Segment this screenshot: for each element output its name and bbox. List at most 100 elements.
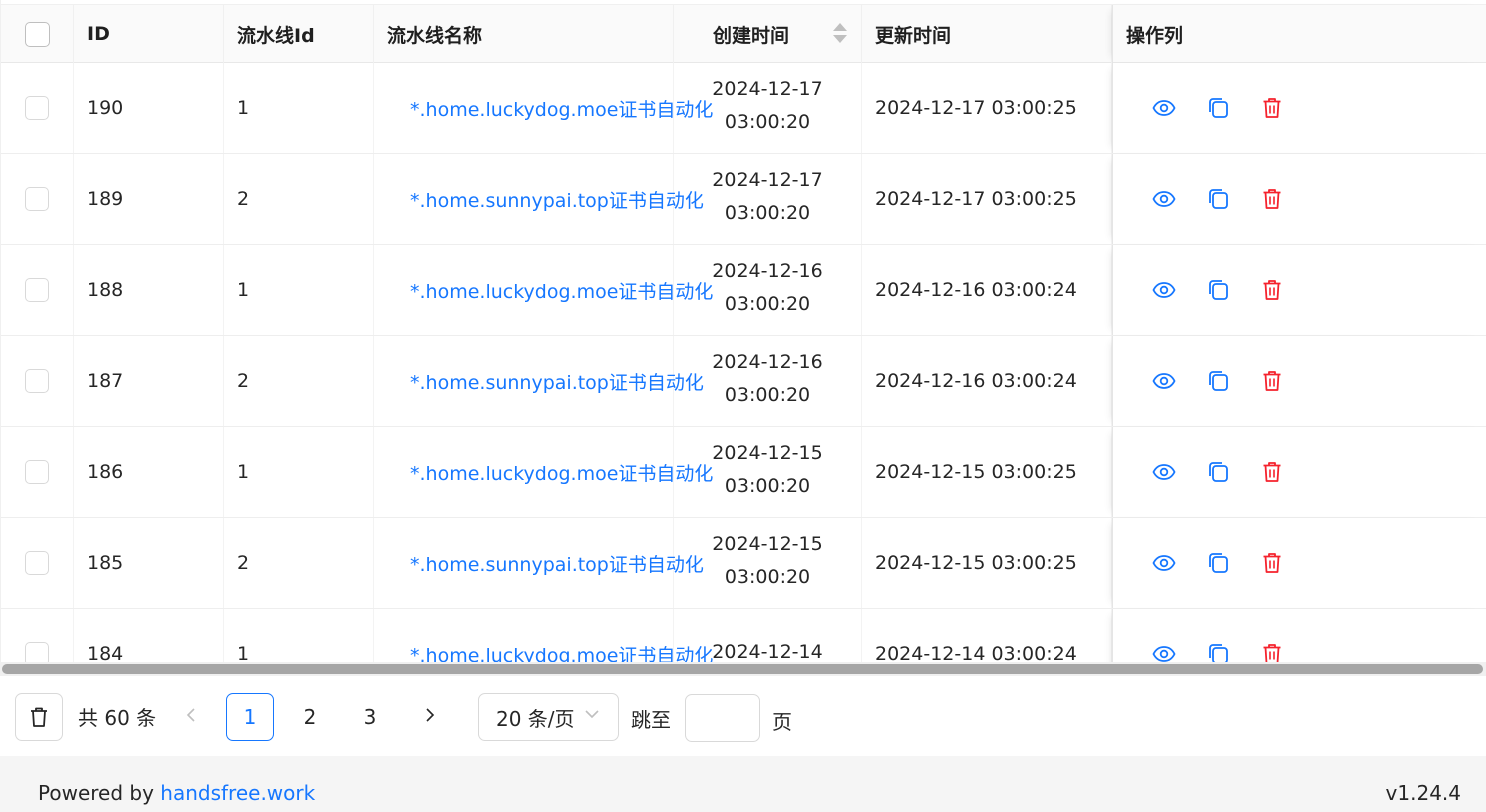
pagination-next-button[interactable] xyxy=(418,702,442,728)
pagination-page-1[interactable]: 1 xyxy=(226,693,274,741)
cell-id: 186 xyxy=(74,427,224,517)
delete-icon xyxy=(1262,370,1282,392)
eye-button[interactable] xyxy=(1152,642,1176,664)
eye-button[interactable] xyxy=(1152,187,1176,211)
powered-by-link[interactable]: handsfree.work xyxy=(160,781,315,805)
batch-delete-button[interactable] xyxy=(15,693,63,741)
cell-actions xyxy=(1112,245,1486,335)
pipeline-name-link[interactable]: *.home.sunnypai.top证书自动化 xyxy=(387,368,704,395)
pagination-page-2[interactable]: 2 xyxy=(286,693,334,741)
copy-button[interactable] xyxy=(1206,460,1230,484)
version-label: v1.24.4 xyxy=(1385,781,1461,805)
eye-button[interactable] xyxy=(1152,369,1176,393)
eye-button[interactable] xyxy=(1152,96,1176,120)
copy-icon xyxy=(1207,643,1229,664)
table-row: 186 1 *.home.luckydog.moe证书自动化 2024-12-15 03… xyxy=(1,427,1486,518)
pipeline-name-link[interactable]: *.home.luckydog.moe证书自动化 xyxy=(387,277,713,304)
eye-icon xyxy=(1152,372,1176,390)
row-checkbox[interactable] xyxy=(25,551,49,575)
cell-actions xyxy=(1112,427,1486,517)
delete-button[interactable] xyxy=(1260,187,1284,211)
pipeline-name-link[interactable]: *.home.luckydog.moe证书自动化 xyxy=(387,459,713,486)
row-checkbox[interactable] xyxy=(25,96,49,120)
copy-icon xyxy=(1207,552,1229,574)
row-checkbox[interactable] xyxy=(25,187,49,211)
table-row: 189 2 *.home.sunnypai.top证书自动化 2024-12-17 03… xyxy=(1,154,1486,245)
row-select-cell xyxy=(1,609,74,664)
cell-pipeline-name: *.home.luckydog.moe证书自动化 xyxy=(374,427,713,517)
table-row: 187 2 *.home.sunnypai.top证书自动化 2024-12-16 03… xyxy=(1,336,1486,427)
eye-icon xyxy=(1152,463,1176,481)
column-header-pipeline-name: 流水线名称 xyxy=(374,5,674,63)
delete-button[interactable] xyxy=(1260,278,1284,302)
select-all-checkbox[interactable] xyxy=(24,21,50,47)
delete-button[interactable] xyxy=(1260,551,1284,575)
delete-icon xyxy=(1262,461,1282,483)
column-header-created[interactable]: 创建时间 xyxy=(674,5,862,63)
cell-created: 2024-12-15 03:00:20 xyxy=(674,427,862,517)
copy-button[interactable] xyxy=(1206,642,1230,664)
table-row: 185 2 *.home.sunnypai.top证书自动化 2024-12-15 03… xyxy=(1,518,1486,609)
delete-button[interactable] xyxy=(1260,96,1284,120)
pipeline-name-link[interactable]: *.home.luckydog.moe证书自动化 xyxy=(387,95,713,122)
delete-button[interactable] xyxy=(1260,369,1284,393)
copy-button[interactable] xyxy=(1206,278,1230,302)
copy-button[interactable] xyxy=(1206,187,1230,211)
pagination-page-3[interactable]: 3 xyxy=(346,693,394,741)
eye-button[interactable] xyxy=(1152,460,1176,484)
created-date: 2024-12-15 xyxy=(712,442,823,464)
cell-actions xyxy=(1112,609,1486,664)
cell-updated: 2024-12-17 03:00:25 xyxy=(862,63,1112,153)
copy-icon xyxy=(1207,461,1229,483)
sort-icon[interactable] xyxy=(833,23,847,45)
page-size-select[interactable]: 20 条/页 xyxy=(478,693,619,741)
copy-button[interactable] xyxy=(1206,551,1230,575)
pagination-prev-button[interactable] xyxy=(180,702,202,728)
jump-page-input[interactable] xyxy=(685,694,760,742)
cell-actions xyxy=(1112,336,1486,426)
eye-button[interactable] xyxy=(1152,278,1176,302)
eye-icon xyxy=(1152,645,1176,663)
horizontal-scrollbar-thumb[interactable] xyxy=(2,664,1483,674)
pipeline-name-link[interactable]: *.home.sunnypai.top证书自动化 xyxy=(387,550,704,577)
cell-id: 190 xyxy=(74,63,224,153)
cell-actions xyxy=(1112,154,1486,244)
table-header: ID 流水线Id 流水线名称 创建时间 更新时间 操作列 xyxy=(1,4,1486,63)
footer-powered-by: Powered by handsfree.work xyxy=(38,781,315,805)
created-date: 2024-12-17 xyxy=(712,169,823,191)
copy-button[interactable] xyxy=(1206,369,1230,393)
cell-updated: 2024-12-16 03:00:24 xyxy=(862,245,1112,335)
cell-created: 2024-12-16 03:00:20 xyxy=(674,336,862,426)
cell-created: 2024-12-15 03:00:20 xyxy=(674,518,862,608)
created-date: 2024-12-17 xyxy=(712,78,823,100)
created-date: 2024-12-15 xyxy=(712,533,823,555)
row-checkbox[interactable] xyxy=(25,460,49,484)
copy-button[interactable] xyxy=(1206,96,1230,120)
pipeline-name-link[interactable]: *.home.sunnypai.top证书自动化 xyxy=(387,186,704,213)
row-checkbox[interactable] xyxy=(25,642,49,664)
column-header-id: ID xyxy=(74,5,224,63)
cell-pipeline-name: *.home.sunnypai.top证书自动化 xyxy=(374,336,704,426)
chevron-right-icon xyxy=(426,708,435,722)
cell-pipeline-id: 2 xyxy=(224,518,374,608)
cell-id: 184 xyxy=(74,609,224,664)
eye-button[interactable] xyxy=(1152,551,1176,575)
copy-icon xyxy=(1207,279,1229,301)
created-time: 03:00:20 xyxy=(724,566,811,588)
cell-actions xyxy=(1112,518,1486,608)
copy-icon xyxy=(1207,188,1229,210)
delete-button[interactable] xyxy=(1260,642,1284,664)
delete-icon xyxy=(1262,643,1282,664)
row-select-cell xyxy=(1,336,74,426)
row-select-cell xyxy=(1,518,74,608)
table-row: 190 1 *.home.luckydog.moe证书自动化 2024-12-17 03… xyxy=(1,63,1486,154)
row-checkbox[interactable] xyxy=(25,278,49,302)
cell-pipeline-id: 1 xyxy=(224,427,374,517)
delete-button[interactable] xyxy=(1260,460,1284,484)
delete-icon xyxy=(1262,552,1282,574)
copy-icon xyxy=(1207,97,1229,119)
pipeline-name-link[interactable]: *.home.luckydog.moe证书自动化 xyxy=(387,641,713,665)
row-checkbox[interactable] xyxy=(25,369,49,393)
copy-icon xyxy=(1207,370,1229,392)
pagination-bar: 共 60 条 1 2 3 20 条/页 跳至 页 xyxy=(0,676,1486,756)
